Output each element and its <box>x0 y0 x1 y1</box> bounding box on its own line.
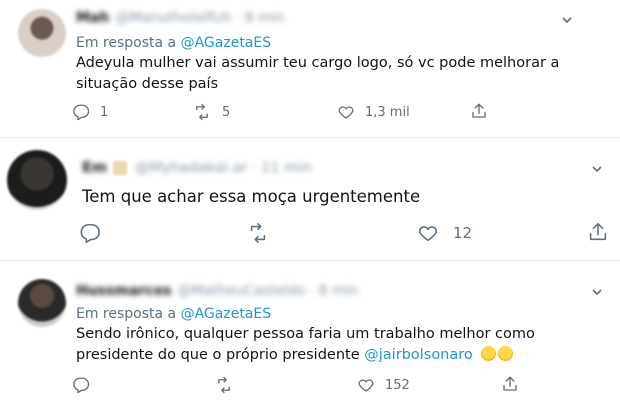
retweet-icon <box>250 223 266 243</box>
share-button[interactable] <box>470 102 488 120</box>
handle-time[interactable]: @Myhadakal.ar · 11 min <box>135 160 312 176</box>
reply-context: Em resposta a @AGazetaES <box>76 35 271 51</box>
reply-to-link[interactable]: @AGazetaES <box>181 306 272 322</box>
tweet-2[interactable]: Em @Myhadakal.ar · 11 min Tem que achar … <box>0 138 620 261</box>
tweet-text: Sendo irônico, qualquer pessoa faria um … <box>76 324 616 366</box>
handle-time[interactable]: @Manuthotelfuh · 8 min <box>115 10 284 26</box>
verified-like-badge <box>113 161 128 175</box>
display-name[interactable]: Mah <box>76 10 109 26</box>
tweet-3[interactable]: Hussmarcos @MatheuCasteldo · 8 min Em re… <box>0 261 620 400</box>
retweet-count: 5 <box>222 104 231 120</box>
avatar[interactable] <box>18 9 66 57</box>
reply-icon <box>80 223 100 243</box>
like-count: 152 <box>385 377 410 393</box>
avatar[interactable] <box>7 150 67 210</box>
share-icon <box>589 222 607 241</box>
like-button[interactable]: 1,3 mil <box>337 103 410 121</box>
like-icon <box>418 226 438 242</box>
display-name[interactable]: Em <box>82 160 107 176</box>
retweet-button[interactable]: 5 <box>192 103 230 121</box>
reply-count: 1 <box>100 104 109 120</box>
caret-down-icon[interactable] <box>590 285 604 299</box>
mention-link[interactable]: @jairbolsonaro <box>364 347 473 363</box>
reply-icon <box>73 104 90 121</box>
retweet-icon <box>196 103 208 121</box>
handle-time[interactable]: @MatheuCasteldo · 8 min <box>178 283 359 299</box>
reply-button[interactable]: 1 <box>72 103 108 121</box>
retweet-icon <box>218 376 230 394</box>
tweet-1[interactable]: Mah @Manuthotelfuh · 8 min Em resposta a… <box>0 0 620 138</box>
share-button[interactable] <box>501 375 519 393</box>
reply-icon <box>73 377 90 394</box>
avatar[interactable] <box>18 279 66 327</box>
retweet-button[interactable] <box>246 222 270 244</box>
tweet-header: Mah @Manuthotelfuh · 8 min <box>76 10 284 26</box>
thinking-face-emoji <box>481 346 497 361</box>
tweet-header: Em @Myhadakal.ar · 11 min <box>82 160 312 176</box>
reply-button[interactable] <box>79 222 101 244</box>
reply-prefix: Em resposta a <box>76 306 177 322</box>
share-icon <box>472 103 486 118</box>
like-count: 1,3 mil <box>365 104 410 120</box>
display-name[interactable]: Hussmarcos <box>76 283 172 299</box>
share-icon <box>503 376 517 391</box>
caret-down-icon[interactable] <box>560 13 574 27</box>
tweet-text: Tem que achar essa moça urgentemente <box>82 187 421 206</box>
reply-button[interactable] <box>72 376 90 394</box>
like-button[interactable]: 152 <box>357 376 410 394</box>
reply-context: Em resposta a @AGazetaES <box>76 306 271 322</box>
caret-down-icon[interactable] <box>590 162 604 176</box>
like-icon <box>338 106 354 119</box>
tweet-header: Hussmarcos @MatheuCasteldo · 8 min <box>76 283 358 299</box>
reply-to-link[interactable]: @AGazetaES <box>181 35 272 51</box>
retweet-button[interactable] <box>214 376 234 394</box>
like-button[interactable]: 12 <box>417 222 472 244</box>
share-button[interactable] <box>587 221 609 243</box>
tweet-text: Adeyula mulher vai assumir teu cargo log… <box>76 55 560 92</box>
like-count: 12 <box>453 224 473 242</box>
like-icon <box>358 379 374 392</box>
reply-prefix: Em resposta a <box>76 35 177 51</box>
rolling-laughing-emoji <box>498 346 514 361</box>
